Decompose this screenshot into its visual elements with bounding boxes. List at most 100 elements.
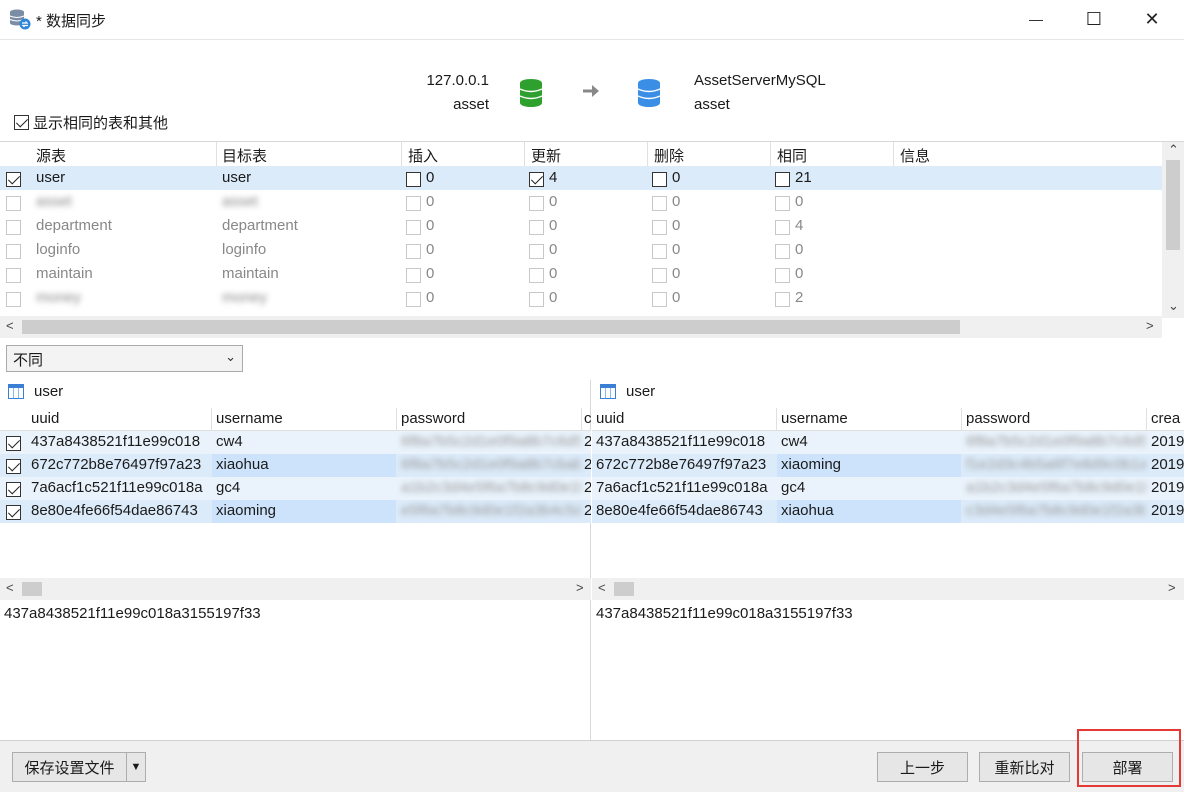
save-settings-dropdown[interactable]: ▼: [126, 752, 146, 782]
delete-checkbox[interactable]: [652, 291, 667, 307]
col-uuid[interactable]: uuid: [31, 410, 59, 427]
col-delete[interactable]: 删除: [654, 145, 684, 166]
insert-checkbox[interactable]: [406, 171, 421, 187]
update-checkbox[interactable]: [529, 267, 544, 283]
insert-checkbox[interactable]: [406, 243, 421, 259]
table-list-horizontal-scrollbar[interactable]: < >: [0, 316, 1162, 338]
target-grid-row[interactable]: 7a6acf1c521f11e99c018a gc4 a1b2c3d4e5f6a…: [592, 477, 1184, 500]
source-grid-row[interactable]: 7a6acf1c521f11e99c018a gc4 a1b2c3d4e5f6a…: [0, 477, 591, 500]
target-grid-row[interactable]: 437a8438521f11e99c018 cw4 6f8a7b5c2d1e0f…: [592, 431, 1184, 454]
cell-created: 2019: [1151, 456, 1184, 473]
show-same-check[interactable]: [14, 115, 29, 130]
col-target-table[interactable]: 目标表: [222, 145, 267, 166]
col-same[interactable]: 相同: [777, 145, 807, 166]
difference-filter-select[interactable]: 不同 ⌄: [6, 345, 243, 372]
row-checkbox[interactable]: [6, 481, 21, 497]
source-grid-row[interactable]: 437a8438521f11e99c018 cw4 6f8a7b5c2d1e0f…: [0, 431, 591, 454]
scroll-right-icon[interactable]: >: [1146, 318, 1154, 333]
scroll-right-icon[interactable]: >: [576, 580, 584, 595]
same-checkbox[interactable]: [775, 195, 790, 211]
col-created[interactable]: crea: [1151, 410, 1180, 427]
target-horizontal-scrollbar[interactable]: < >: [592, 578, 1184, 600]
row-checkbox[interactable]: [6, 171, 21, 187]
same-checkbox[interactable]: [775, 291, 790, 307]
scroll-thumb[interactable]: [1166, 160, 1180, 250]
row-checkbox[interactable]: [6, 267, 21, 283]
row-checkbox[interactable]: [6, 504, 21, 520]
insert-checkbox[interactable]: [406, 267, 421, 283]
col-username[interactable]: username: [216, 410, 283, 427]
cell-password: 6f8a7b5c2d1e0f9a8b7c6d5e4f: [966, 433, 1146, 450]
same-checkbox[interactable]: [775, 171, 790, 187]
cell-password: e5f6a7b8c9d0e1f2a3b4c5d6: [401, 502, 581, 519]
target-grid-row[interactable]: 672c772b8e76497f97a23 xiaoming f1e2d3c4b…: [592, 454, 1184, 477]
cell-uuid: 8e80e4fe66f54dae86743: [31, 502, 198, 519]
update-checkbox[interactable]: [529, 243, 544, 259]
source-grid-header: uuid username password c: [0, 408, 591, 431]
col-created[interactable]: c: [584, 410, 591, 427]
scroll-up-icon[interactable]: ⌃: [1168, 142, 1179, 158]
row-same-count: 2: [795, 289, 804, 306]
col-update[interactable]: 更新: [531, 145, 561, 166]
row-checkbox[interactable]: [6, 291, 21, 307]
col-info[interactable]: 信息: [900, 145, 930, 166]
update-checkbox[interactable]: [529, 219, 544, 235]
scroll-left-icon[interactable]: <: [598, 580, 606, 595]
insert-checkbox[interactable]: [406, 219, 421, 235]
title-bar: * 数据同步 — ☐ ✕: [0, 0, 1184, 40]
table-row[interactable]: department department 0 0 0 4: [0, 214, 1162, 238]
row-checkbox[interactable]: [6, 195, 21, 211]
update-checkbox[interactable]: [529, 291, 544, 307]
scroll-right-icon[interactable]: >: [1168, 580, 1176, 595]
row-insert-count: 0: [426, 241, 435, 258]
scroll-thumb[interactable]: [22, 582, 42, 596]
scroll-down-icon[interactable]: ⌄: [1168, 298, 1179, 314]
update-checkbox[interactable]: [529, 195, 544, 211]
row-checkbox[interactable]: [6, 435, 21, 451]
same-checkbox[interactable]: [775, 219, 790, 235]
source-grid-row[interactable]: 672c772b8e76497f97a23 xiaohua 6f8a7b5c2d…: [0, 454, 591, 477]
col-password[interactable]: password: [401, 410, 465, 427]
scroll-thumb[interactable]: [614, 582, 634, 596]
update-checkbox[interactable]: [529, 171, 544, 187]
same-checkbox[interactable]: [775, 267, 790, 283]
table-row[interactable]: user user 0 4 0 21: [0, 166, 1162, 190]
delete-checkbox[interactable]: [652, 195, 667, 211]
table-row[interactable]: asset asset 0 0 0 0: [0, 190, 1162, 214]
cell-created: 2: [584, 479, 591, 496]
row-checkbox[interactable]: [6, 243, 21, 259]
save-settings-button[interactable]: 保存设置文件: [12, 752, 127, 782]
col-source-table[interactable]: 源表: [36, 145, 66, 166]
table-row[interactable]: maintain maintain 0 0 0 0: [0, 262, 1162, 286]
delete-checkbox[interactable]: [652, 243, 667, 259]
table-row[interactable]: loginfo loginfo 0 0 0 0: [0, 238, 1162, 262]
scroll-left-icon[interactable]: <: [6, 318, 14, 333]
row-insert-count: 0: [426, 169, 435, 186]
minimize-button[interactable]: —: [1007, 0, 1065, 38]
delete-checkbox[interactable]: [652, 267, 667, 283]
show-same-checkbox[interactable]: 显示相同的表和其他: [14, 112, 168, 133]
same-checkbox[interactable]: [775, 243, 790, 259]
previous-step-button[interactable]: 上一步: [877, 752, 968, 782]
insert-checkbox[interactable]: [406, 291, 421, 307]
scroll-left-icon[interactable]: <: [6, 580, 14, 595]
scroll-thumb[interactable]: [22, 320, 960, 334]
source-grid-row[interactable]: 8e80e4fe66f54dae86743 xiaoming e5f6a7b8c…: [0, 500, 591, 523]
table-list-vertical-scrollbar[interactable]: ⌃ ⌄: [1162, 142, 1184, 318]
col-username[interactable]: username: [781, 410, 848, 427]
row-checkbox[interactable]: [6, 458, 21, 474]
col-password[interactable]: password: [966, 410, 1030, 427]
col-insert[interactable]: 插入: [408, 145, 438, 166]
maximize-button[interactable]: ☐: [1065, 0, 1123, 38]
delete-checkbox[interactable]: [652, 171, 667, 187]
delete-checkbox[interactable]: [652, 219, 667, 235]
recompare-button[interactable]: 重新比对: [979, 752, 1070, 782]
bottom-action-bar: 保存设置文件 ▼ 上一步 重新比对 部署: [0, 740, 1184, 792]
source-horizontal-scrollbar[interactable]: < >: [0, 578, 591, 600]
col-uuid[interactable]: uuid: [596, 410, 624, 427]
table-row[interactable]: money money 0 0 0 2: [0, 286, 1162, 310]
close-button[interactable]: ✕: [1123, 0, 1181, 38]
row-checkbox[interactable]: [6, 219, 21, 235]
insert-checkbox[interactable]: [406, 195, 421, 211]
target-grid-row[interactable]: 8e80e4fe66f54dae86743 xiaohua c3d4e5f6a7…: [592, 500, 1184, 523]
